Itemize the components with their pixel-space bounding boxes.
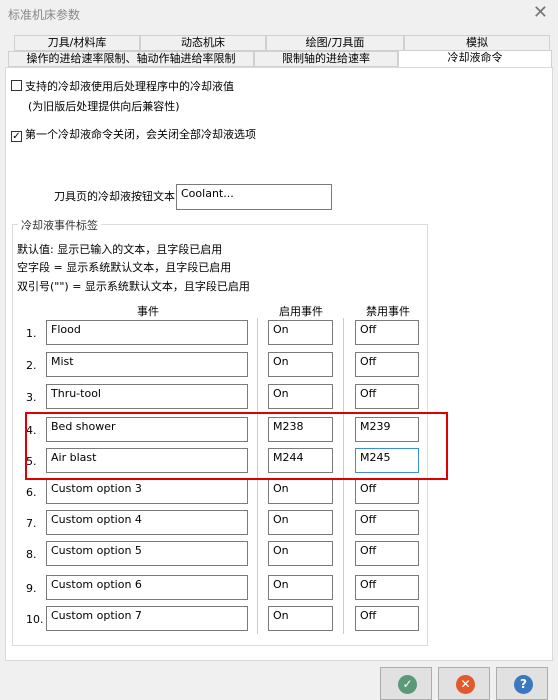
event-input[interactable]: Custom option 6 [46, 575, 248, 600]
off-event-input[interactable]: Off [355, 479, 419, 504]
off-event-input[interactable]: Off [355, 606, 419, 631]
tab-row2-1[interactable]: 限制轴的进给速率 [254, 51, 398, 67]
event-input[interactable]: Flood [46, 320, 248, 345]
event-input[interactable]: Thru-tool [46, 384, 248, 409]
row-number: 10. [26, 613, 44, 626]
help-line: 双引号("") = 显示系统默认文本，且字段已启用 [17, 280, 250, 293]
close-icon[interactable]: ✕ [533, 2, 548, 23]
button-text-label: 刀具页的冷却液按钮文本: [54, 190, 179, 203]
checkbox-label: 第一个冷却液命令关闭，会关闭全部冷却液选项 [25, 128, 256, 141]
button-text-input[interactable]: Coolant... [176, 184, 332, 210]
on-event-input[interactable]: On [268, 541, 333, 566]
event-input[interactable]: Custom option 4 [46, 510, 248, 535]
row-number: 7. [26, 517, 37, 530]
checkbox-checked-icon[interactable]: ✓ [11, 131, 22, 142]
checkbox-icon[interactable] [11, 80, 22, 91]
on-event-input[interactable]: On [268, 320, 333, 345]
row-number: 1. [26, 327, 37, 340]
tab-row1-2[interactable]: 绘图/刀具面 [266, 35, 404, 51]
tab-row2-2[interactable]: 冷却液命令 [398, 50, 552, 68]
support-coolant-note: (为旧版后处理提供向后兼容性) [28, 100, 180, 113]
off-event-input[interactable]: Off [355, 510, 419, 535]
event-input[interactable]: Custom option 7 [46, 606, 248, 631]
off-event-input[interactable]: Off [355, 320, 419, 345]
cancel-button[interactable]: ✕ [438, 667, 490, 700]
on-event-input[interactable]: On [268, 510, 333, 535]
window-title: 标准机床参数 [8, 8, 81, 22]
event-input[interactable]: Custom option 3 [46, 479, 248, 504]
row-number: 8. [26, 548, 37, 561]
row-number: 2. [26, 359, 37, 372]
event-input[interactable]: Mist [46, 352, 248, 377]
on-event-input[interactable]: On [268, 575, 333, 600]
on-event-input[interactable]: On [268, 606, 333, 631]
help-line: 默认值: 显示已输入的文本，且字段已启用 [17, 243, 223, 256]
row-number: 9. [26, 582, 37, 595]
header-on: 启用事件 [279, 305, 323, 318]
check-icon: ✓ [398, 675, 417, 694]
on-event-input[interactable]: On [268, 352, 333, 377]
row-number: 6. [26, 486, 37, 499]
row-number: 3. [26, 391, 37, 404]
tab-row1-3[interactable]: 模拟 [404, 35, 550, 51]
x-icon: ✕ [456, 675, 475, 694]
ok-button[interactable]: ✓ [380, 667, 432, 700]
support-coolant-checkbox[interactable]: 支持的冷却液使用后处理程序中的冷却液值 [11, 78, 234, 94]
off-event-input[interactable]: Off [355, 352, 419, 377]
help-line: 空字段 = 显示系统默认文本，且字段已启用 [17, 261, 232, 274]
group-title: 冷却液事件标签 [18, 217, 101, 233]
checkbox-label: 支持的冷却液使用后处理程序中的冷却液值 [25, 80, 234, 93]
question-icon: ? [514, 675, 533, 694]
tab-row1-0[interactable]: 刀具/材料库 [14, 35, 140, 51]
off-event-input[interactable]: Off [355, 575, 419, 600]
highlight-box [25, 412, 448, 480]
event-input[interactable]: Custom option 5 [46, 541, 248, 566]
off-event-input[interactable]: Off [355, 384, 419, 409]
header-event: 事件 [137, 305, 159, 318]
on-event-input[interactable]: On [268, 384, 333, 409]
tab-row1-1[interactable]: 动态机床 [140, 35, 266, 51]
off-event-input[interactable]: Off [355, 541, 419, 566]
help-button[interactable]: ? [496, 667, 548, 700]
tab-row2-0[interactable]: 操作的进给速率限制、轴动作轴进给率限制 [8, 51, 254, 67]
header-off: 禁用事件 [366, 305, 410, 318]
on-event-input[interactable]: On [268, 479, 333, 504]
first-off-checkbox[interactable]: ✓ 第一个冷却液命令关闭，会关闭全部冷却液选项 [11, 126, 256, 142]
